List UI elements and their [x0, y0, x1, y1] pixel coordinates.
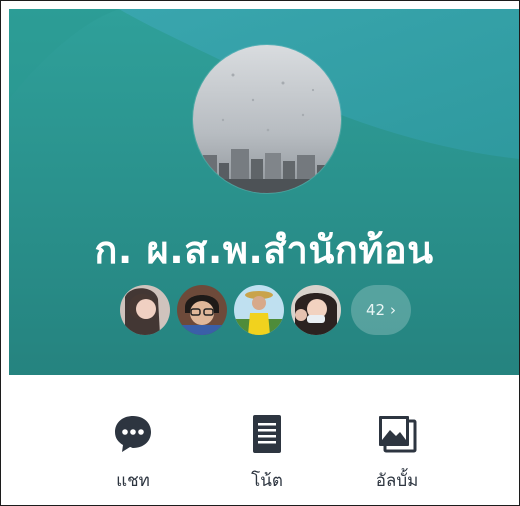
chat-bubble-icon	[115, 416, 151, 452]
album-button[interactable]: อัลบั้ม	[337, 413, 457, 494]
member-count-button[interactable]: 42 ›	[351, 285, 411, 335]
member-photo	[291, 285, 341, 335]
note-document-icon	[253, 415, 281, 453]
member-photo	[177, 285, 227, 335]
group-cover: ก. ผ.ส.พ.สำนักท้อน 42 ›	[9, 9, 519, 375]
member-avatar[interactable]	[177, 285, 227, 335]
group-action-bar: แชท โน้ต อัลบั้ม	[9, 375, 519, 505]
member-count: 42	[365, 301, 386, 319]
group-name: ก. ผ.ส.พ.สำนักท้อน	[94, 228, 434, 272]
chevron-right-icon: ›	[390, 301, 397, 319]
member-avatar-list[interactable]: 42 ›	[120, 285, 411, 335]
note-label: โน้ต	[251, 471, 283, 491]
chat-label: แชท	[116, 471, 150, 491]
note-button[interactable]: โน้ต	[207, 413, 327, 494]
member-avatar[interactable]	[291, 285, 341, 335]
album-label: อัลบั้ม	[375, 471, 419, 491]
member-avatar[interactable]	[120, 285, 170, 335]
chat-button[interactable]: แชท	[73, 413, 193, 494]
rainy-city-photo	[193, 45, 341, 193]
member-photo	[120, 285, 170, 335]
group-profile-screen: ก. ผ.ส.พ.สำนักท้อน 42 › แชท โน้ต อัลบั้ม	[0, 0, 520, 506]
photo-album-icon	[379, 416, 417, 453]
member-photo	[234, 285, 284, 335]
member-avatar[interactable]	[234, 285, 284, 335]
group-avatar[interactable]	[193, 45, 341, 193]
